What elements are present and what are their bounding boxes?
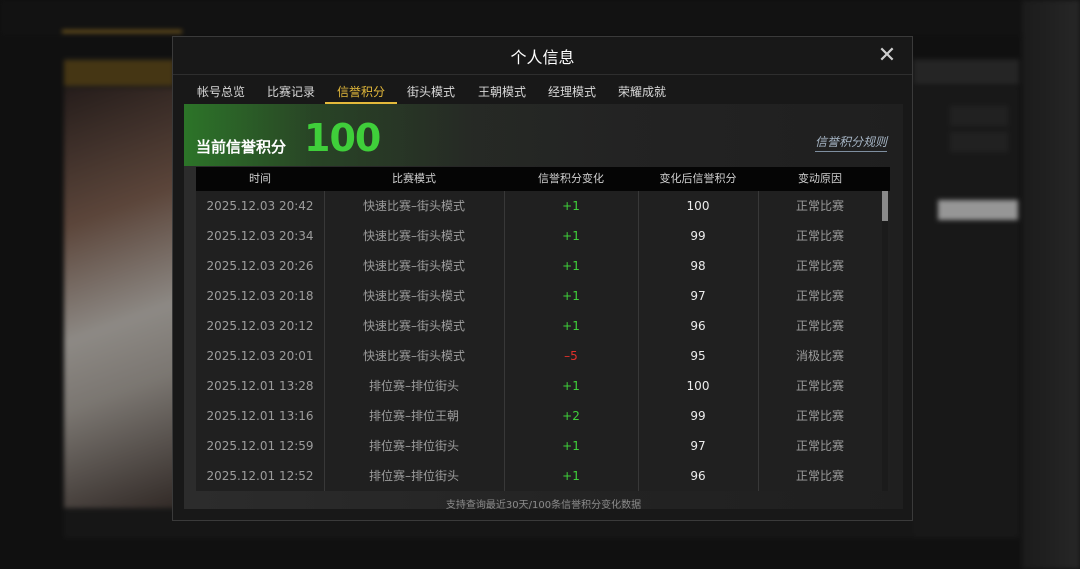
tab-match-records[interactable]: 比赛记录 bbox=[267, 83, 315, 100]
table-row: 2025.12.03 20:34 快速比赛–街头模式 +1 99 正常比赛 bbox=[196, 221, 890, 251]
cell-after: 100 bbox=[686, 379, 710, 393]
credit-history-table: 时间 比赛模式 信誉积分变化 变化后信誉积分 变动原因 2025.12.03 2… bbox=[196, 167, 890, 491]
cell-reason: 正常比赛 bbox=[795, 229, 844, 243]
cell-mode: 排位赛–排位街头 bbox=[368, 439, 459, 453]
cell-time: 2025.12.03 20:42 bbox=[206, 199, 314, 213]
current-score-value: 100 bbox=[304, 116, 381, 160]
cell-time: 2025.12.01 12:52 bbox=[206, 469, 314, 483]
cell-time: 2025.12.01 13:16 bbox=[206, 409, 314, 423]
table-row: 2025.12.01 13:16 排位赛–排位王朝 +2 99 正常比赛 bbox=[196, 401, 890, 431]
cell-reason: 正常比赛 bbox=[795, 319, 844, 333]
header-time: 时间 bbox=[249, 172, 271, 185]
cell-mode: 排位赛–排位街头 bbox=[368, 469, 459, 483]
cell-change: +1 bbox=[562, 259, 580, 273]
cell-change: +1 bbox=[562, 439, 580, 453]
cell-mode: 快速比赛–街头模式 bbox=[362, 289, 465, 303]
table-row: 2025.12.03 20:01 快速比赛–街头模式 –5 95 消极比赛 bbox=[196, 341, 890, 371]
tab-account-overview[interactable]: 帐号总览 bbox=[197, 83, 245, 100]
cell-change: –5 bbox=[564, 349, 578, 363]
cell-time: 2025.12.03 20:26 bbox=[206, 259, 314, 273]
cell-change: +2 bbox=[562, 409, 580, 423]
cell-mode: 快速比赛–街头模式 bbox=[362, 349, 465, 363]
cell-time: 2025.12.03 20:34 bbox=[206, 229, 314, 243]
column-divider bbox=[638, 191, 639, 491]
cell-time: 2025.12.03 20:01 bbox=[206, 349, 314, 363]
cell-after: 98 bbox=[690, 259, 706, 273]
cell-time: 2025.12.01 13:28 bbox=[206, 379, 314, 393]
credit-score-content: 当前信誉积分 100 信誉积分规则 时间 比赛模式 信誉积分变化 变化后信誉积分… bbox=[184, 104, 903, 511]
table-row: 2025.12.03 20:42 快速比赛–街头模式 +1 100 正常比赛 bbox=[196, 191, 890, 221]
table-row: 2025.12.03 20:18 快速比赛–街头模式 +1 97 正常比赛 bbox=[196, 281, 890, 311]
scrollbar-track[interactable] bbox=[882, 191, 888, 491]
column-divider bbox=[324, 191, 325, 491]
cell-change: +1 bbox=[562, 199, 580, 213]
cell-mode: 快速比赛–街头模式 bbox=[362, 319, 465, 333]
table-row: 2025.12.03 20:12 快速比赛–街头模式 +1 96 正常比赛 bbox=[196, 311, 890, 341]
cell-reason: 正常比赛 bbox=[795, 199, 844, 213]
table-body: 2025.12.03 20:42 快速比赛–街头模式 +1 100 正常比赛 2025.1… bbox=[196, 191, 890, 491]
cell-reason: 正常比赛 bbox=[795, 289, 844, 303]
close-icon: ✕ bbox=[877, 43, 897, 68]
score-banner bbox=[184, 104, 903, 166]
table-row: 2025.12.01 12:59 排位赛–排位街头 +1 97 正常比赛 bbox=[196, 431, 890, 461]
table-header: 时间 比赛模式 信誉积分变化 变化后信誉积分 变动原因 bbox=[196, 167, 890, 191]
close-button[interactable]: ✕ bbox=[874, 43, 900, 69]
cell-mode: 快速比赛–街头模式 bbox=[362, 199, 465, 213]
cell-change: +1 bbox=[562, 229, 580, 243]
cell-mode: 排位赛–排位街头 bbox=[368, 379, 459, 393]
tab-dynasty-mode[interactable]: 王朝模式 bbox=[478, 83, 526, 100]
tab-credit-score[interactable]: 信誉积分 bbox=[337, 83, 385, 100]
tab-bar: 帐号总览 比赛记录 信誉积分 街头模式 王朝模式 经理模式 荣耀成就 bbox=[173, 74, 912, 105]
cell-reason: 正常比赛 bbox=[795, 379, 844, 393]
cell-after: 96 bbox=[690, 469, 706, 483]
cell-after: 97 bbox=[690, 439, 706, 453]
cell-reason: 正常比赛 bbox=[795, 409, 844, 423]
tab-manager-mode[interactable]: 经理模式 bbox=[548, 83, 596, 100]
cell-after: 96 bbox=[690, 319, 706, 333]
header-change: 信誉积分变化 bbox=[538, 172, 604, 185]
header-mode: 比赛模式 bbox=[392, 172, 436, 185]
cell-reason: 消极比赛 bbox=[795, 349, 844, 363]
column-divider bbox=[758, 191, 759, 491]
header-after: 变化后信誉积分 bbox=[659, 172, 737, 185]
cell-reason: 正常比赛 bbox=[795, 469, 844, 483]
cell-time: 2025.12.03 20:18 bbox=[206, 289, 314, 303]
cell-mode: 快速比赛–街头模式 bbox=[362, 259, 465, 273]
tab-honor-achievements[interactable]: 荣耀成就 bbox=[618, 83, 666, 100]
cell-after: 99 bbox=[690, 409, 706, 423]
cell-time: 2025.12.01 12:59 bbox=[206, 439, 314, 453]
table-row: 2025.12.01 12:52 排位赛–排位街头 +1 96 正常比赛 bbox=[196, 461, 890, 491]
table-row: 2025.12.01 13:28 排位赛–排位街头 +1 100 正常比赛 bbox=[196, 371, 890, 401]
scrollbar-thumb[interactable] bbox=[882, 191, 888, 221]
cell-change: +1 bbox=[562, 469, 580, 483]
cell-reason: 正常比赛 bbox=[795, 259, 844, 273]
cell-change: +1 bbox=[562, 319, 580, 333]
credit-rules-link[interactable]: 信誉积分规则 bbox=[814, 133, 887, 152]
footer-note: 支持查询最近30天/100条信誉积分变化数据 bbox=[445, 500, 642, 511]
current-score-label: 当前信誉积分 bbox=[196, 138, 287, 156]
cell-mode: 快速比赛–街头模式 bbox=[362, 229, 465, 243]
cell-after: 97 bbox=[690, 289, 706, 303]
tab-street-mode[interactable]: 街头模式 bbox=[407, 83, 455, 100]
cell-after: 95 bbox=[690, 349, 706, 363]
cell-reason: 正常比赛 bbox=[795, 439, 844, 453]
header-reason: 变动原因 bbox=[798, 172, 842, 185]
cell-mode: 排位赛–排位王朝 bbox=[368, 409, 459, 423]
cell-time: 2025.12.03 20:12 bbox=[206, 319, 314, 333]
cell-after: 100 bbox=[686, 199, 710, 213]
personal-info-modal: 个人信息 ✕ 帐号总览 比赛记录 信誉积分 街头模式 王朝模式 经理模式 荣耀成… bbox=[172, 36, 913, 521]
modal-title: 个人信息 bbox=[510, 48, 575, 67]
cell-change: +1 bbox=[562, 289, 580, 303]
column-divider bbox=[504, 191, 505, 491]
table-row: 2025.12.03 20:26 快速比赛–街头模式 +1 98 正常比赛 bbox=[196, 251, 890, 281]
cell-change: +1 bbox=[562, 379, 580, 393]
cell-after: 99 bbox=[690, 229, 706, 243]
